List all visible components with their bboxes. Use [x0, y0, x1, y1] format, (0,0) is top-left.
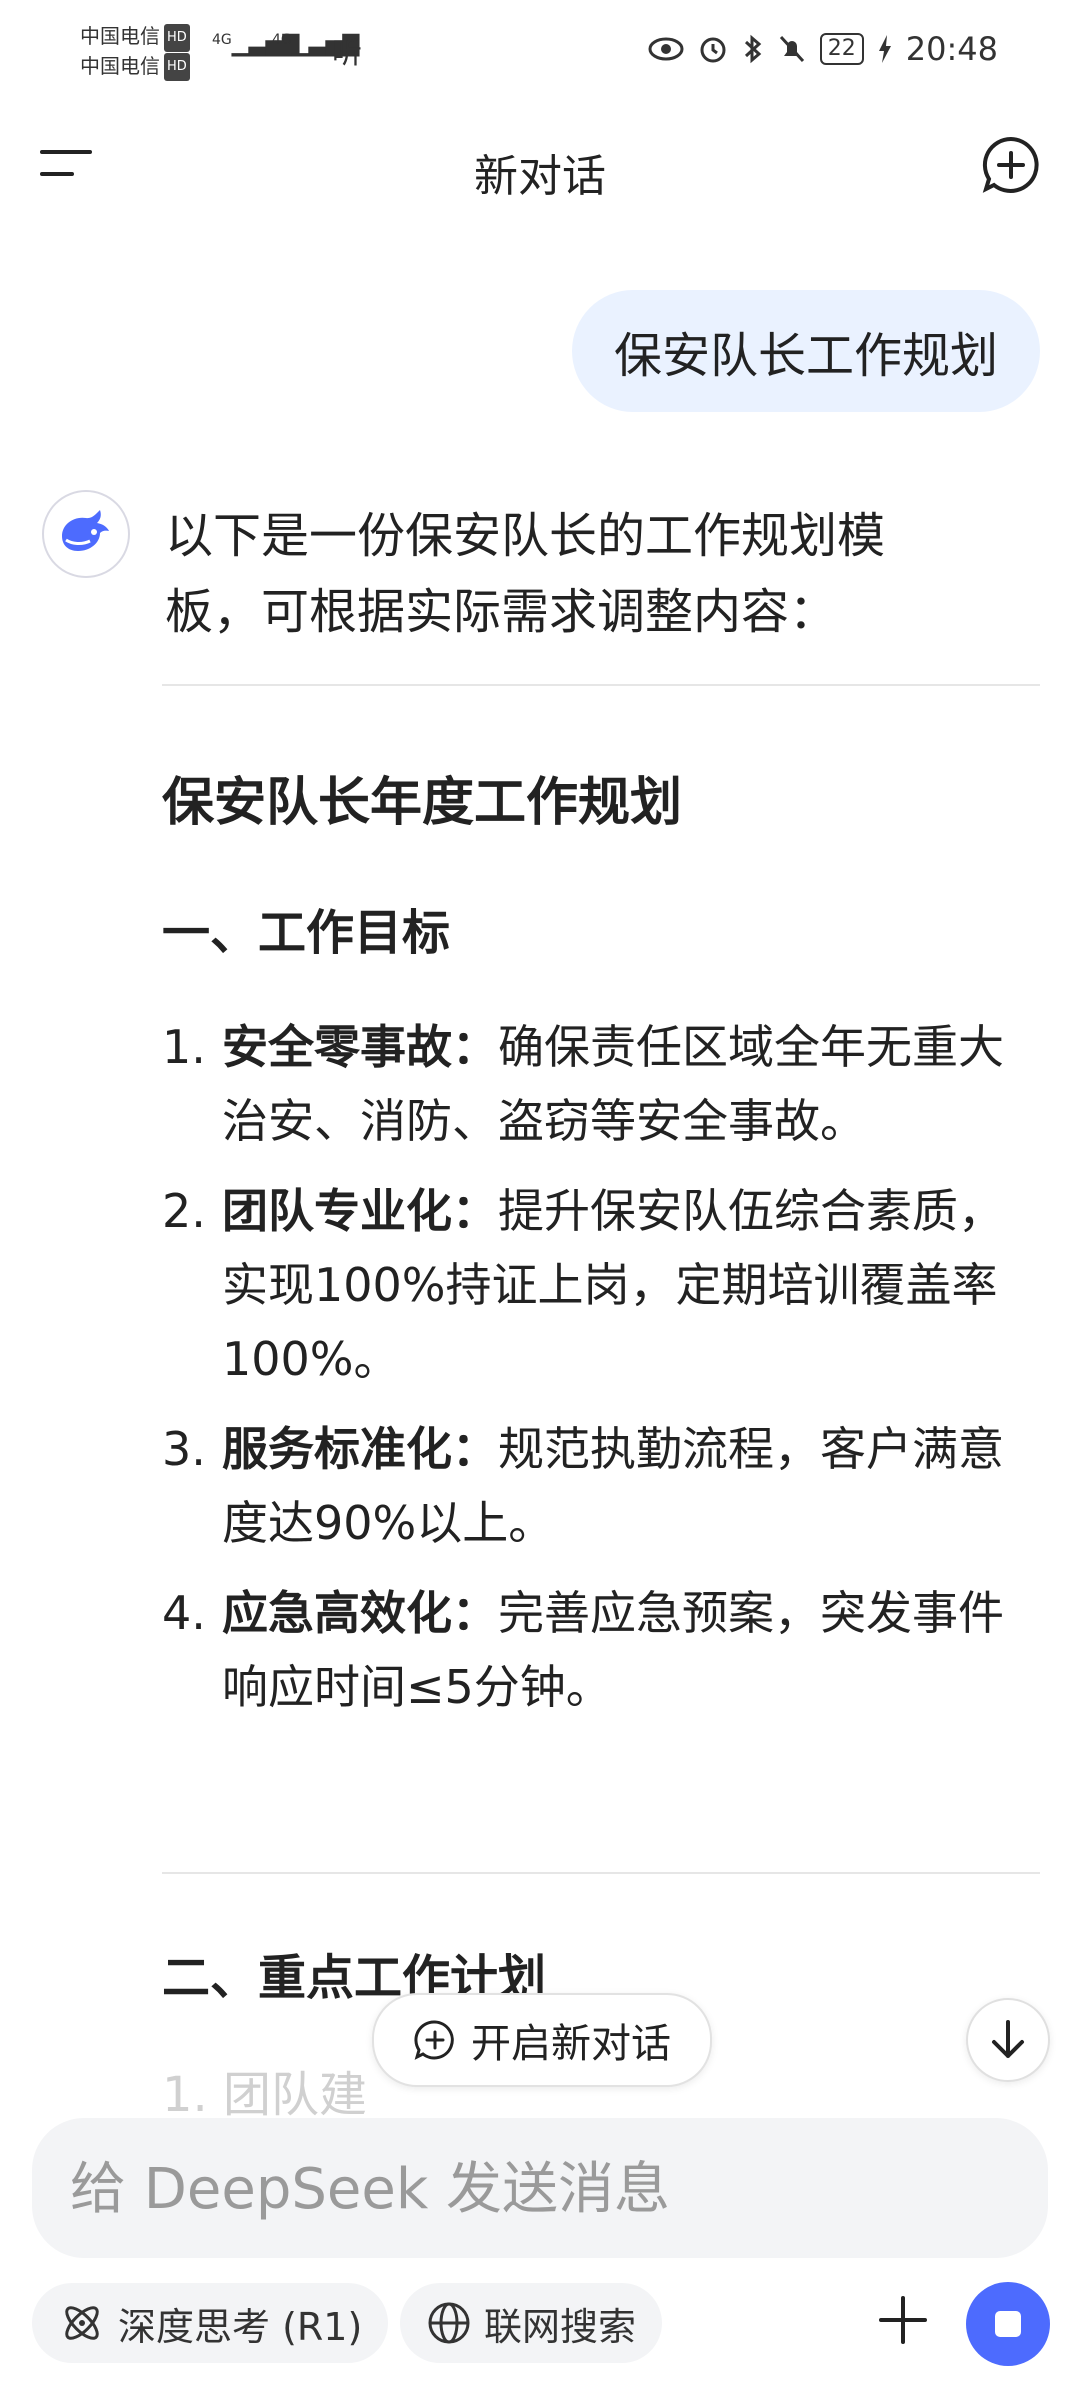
- bluetooth-icon: [744, 34, 762, 64]
- goals-list: 1. 安全零事故：确保责任区域全年无重大治安、消防、盗窃等安全事故。 2. 团队专业…: [162, 1010, 1042, 1740]
- new-chat-icon: [414, 2020, 454, 2060]
- goal-title: 服务标准化：: [222, 1422, 498, 1476]
- intro-line: 以下是一份保安队长的工作规划模: [165, 508, 886, 564]
- intro-line: 板，可根据实际需求调整内容：: [165, 584, 838, 640]
- deep-think-label: 深度思考 (R1): [118, 2304, 363, 2349]
- battery-indicator: 22: [819, 33, 864, 65]
- section-heading: 一、工作目标: [162, 905, 451, 961]
- arrow-down-icon: [992, 2020, 1024, 2058]
- deep-think-toggle[interactable]: 深度思考 (R1): [32, 2283, 389, 2363]
- goal-title: 团队专业化：: [222, 1184, 498, 1238]
- response-heading: 保安队长年度工作规划: [162, 773, 683, 833]
- clock: 20:48: [905, 30, 998, 68]
- assistant-intro: 以下是一份保安队长的工作规划模 板，可根据实际需求调整内容：: [165, 498, 955, 650]
- alarm-icon: [700, 37, 726, 63]
- web-search-label: 联网搜索: [484, 2304, 637, 2349]
- new-chat-icon[interactable]: [980, 134, 1042, 196]
- listen-icon: 听: [332, 36, 362, 71]
- divider: [162, 684, 1040, 686]
- assistant-avatar: [42, 490, 130, 578]
- top-bar: 新对话: [0, 110, 1080, 230]
- list-number: 4.: [162, 1586, 206, 1640]
- goal-title: 安全零事故：: [222, 1020, 498, 1074]
- list-item: 4. 应急高效化：完善应急预案，突发事件响应时间≤5分钟。: [162, 1576, 1042, 1724]
- list-number: 1.: [162, 1020, 206, 1074]
- carrier-info: 中国电信 HD 中国电信 HD: [80, 22, 190, 81]
- list-number: 3.: [162, 1422, 206, 1476]
- new-conversation-button[interactable]: 开启新对话: [372, 1993, 712, 2087]
- stop-icon: [995, 2311, 1021, 2337]
- page-title: 新对话: [474, 151, 606, 202]
- globe-icon: [428, 2302, 470, 2344]
- stop-generation-button[interactable]: [966, 2282, 1050, 2366]
- faded-list-item: 1. 团队建: [162, 2067, 368, 2123]
- status-bar: 中国电信 HD 中国电信 HD 4G▁▃▅▇ 4G▁▃▅▇ 听 22 20:48: [0, 0, 1080, 105]
- message-input[interactable]: [68, 2118, 1012, 2260]
- carrier-1: 中国电信: [80, 24, 160, 48]
- hd-badge: HD: [164, 53, 190, 81]
- scroll-to-bottom-button[interactable]: [966, 1998, 1050, 2082]
- list-item: 2. 团队专业化：提升保安队伍综合素质，实现100%持证上岗，定期培训覆盖率100…: [162, 1174, 1042, 1396]
- plus-icon: [879, 2296, 927, 2344]
- goal-title: 应急高效化：: [222, 1586, 498, 1640]
- web-search-toggle[interactable]: 联网搜索: [400, 2283, 663, 2363]
- mute-bell-icon: [779, 35, 804, 63]
- list-item: 1. 安全零事故：确保责任区域全年无重大治安、消防、盗窃等安全事故。: [162, 1010, 1042, 1158]
- add-attachment-button[interactable]: [872, 2280, 934, 2360]
- deepseek-whale-icon: [62, 510, 109, 551]
- message-input-box[interactable]: [32, 2118, 1048, 2260]
- list-number: 2.: [162, 1184, 206, 1238]
- atom-icon: [65, 2306, 99, 2340]
- charging-icon: [878, 35, 891, 63]
- new-conversation-label: 开启新对话: [471, 2021, 671, 2067]
- carrier-2: 中国电信: [80, 53, 160, 78]
- divider: [162, 1872, 1040, 1874]
- user-message-bubble[interactable]: 保安队长工作规划: [571, 290, 1040, 412]
- list-item: 3. 服务标准化：规范执勤流程，客户满意度达90%以上。: [162, 1412, 1042, 1560]
- hd-badge: HD: [164, 23, 190, 52]
- eye-icon: [648, 37, 684, 61]
